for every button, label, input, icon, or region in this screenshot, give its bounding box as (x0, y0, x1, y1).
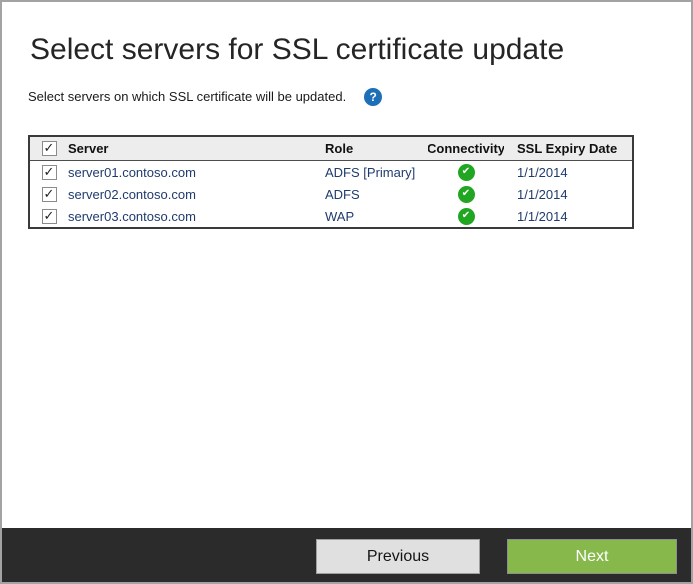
column-header-ssl-expiry-date: SSL Expiry Date (517, 141, 618, 156)
page-subtitle-row: Select servers on which SSL certificate … (28, 88, 665, 106)
connectivity-ok-icon: ✔ (457, 185, 475, 203)
connectivity-cell: ✔ (428, 163, 504, 181)
server-table: ✓ Server Role Connectivity SSL Expiry Da… (28, 135, 634, 229)
column-header-server: Server (68, 141, 109, 156)
ssl-expiry-date: 1/1/2014 (517, 208, 568, 224)
table-row[interactable]: ✓ server03.contoso.com WAP ✔ 1/1/2014 (30, 205, 632, 227)
ssl-expiry-date: 1/1/2014 (517, 164, 568, 180)
next-button[interactable]: Next (507, 539, 677, 574)
column-header-connectivity: Connectivity (428, 141, 504, 156)
row-checkbox[interactable]: ✓ (41, 164, 57, 180)
checkbox-cell: ✓ (30, 164, 68, 180)
previous-button[interactable]: Previous (316, 539, 480, 574)
row-checkbox[interactable]: ✓ (41, 186, 57, 202)
help-icon[interactable]: ? (364, 88, 383, 106)
wizard-window: Select servers for SSL certificate updat… (0, 0, 693, 584)
ssl-expiry-date: 1/1/2014 (517, 186, 568, 202)
wizard-content: Select servers for SSL certificate updat… (2, 30, 691, 229)
server-role: ADFS [Primary] (325, 164, 416, 180)
footer-bar: Previous Next (2, 528, 691, 582)
server-name: server03.contoso.com (68, 208, 196, 224)
table-header-row: ✓ Server Role Connectivity SSL Expiry Da… (30, 137, 632, 161)
checkbox-cell: ✓ (30, 186, 68, 202)
page-title: Select servers for SSL certificate updat… (30, 33, 565, 66)
select-all-cell: ✓ (30, 141, 68, 156)
server-name: server01.contoso.com (68, 164, 196, 180)
checkmark-icon: ✓ (43, 208, 55, 223)
connectivity-cell: ✔ (428, 185, 504, 203)
checkmark-icon: ✓ (43, 141, 55, 155)
connectivity-cell: ✔ (428, 207, 504, 225)
connectivity-ok-icon: ✔ (457, 163, 475, 181)
server-role: ADFS (325, 186, 360, 202)
server-role: WAP (325, 208, 355, 224)
page-subtitle: Select servers on which SSL certificate … (28, 89, 347, 104)
row-checkbox[interactable]: ✓ (41, 208, 57, 224)
server-name: server02.contoso.com (68, 186, 196, 202)
table-row[interactable]: ✓ server01.contoso.com ADFS [Primary] ✔ … (30, 161, 632, 183)
connectivity-ok-icon: ✔ (457, 207, 475, 225)
select-all-checkbox[interactable]: ✓ (41, 141, 57, 156)
checkmark-icon: ✓ (43, 186, 55, 201)
checkmark-icon: ✓ (43, 164, 55, 179)
checkbox-cell: ✓ (30, 208, 68, 224)
column-header-role: Role (325, 141, 354, 156)
table-row[interactable]: ✓ server02.contoso.com ADFS ✔ 1/1/2014 (30, 183, 632, 205)
